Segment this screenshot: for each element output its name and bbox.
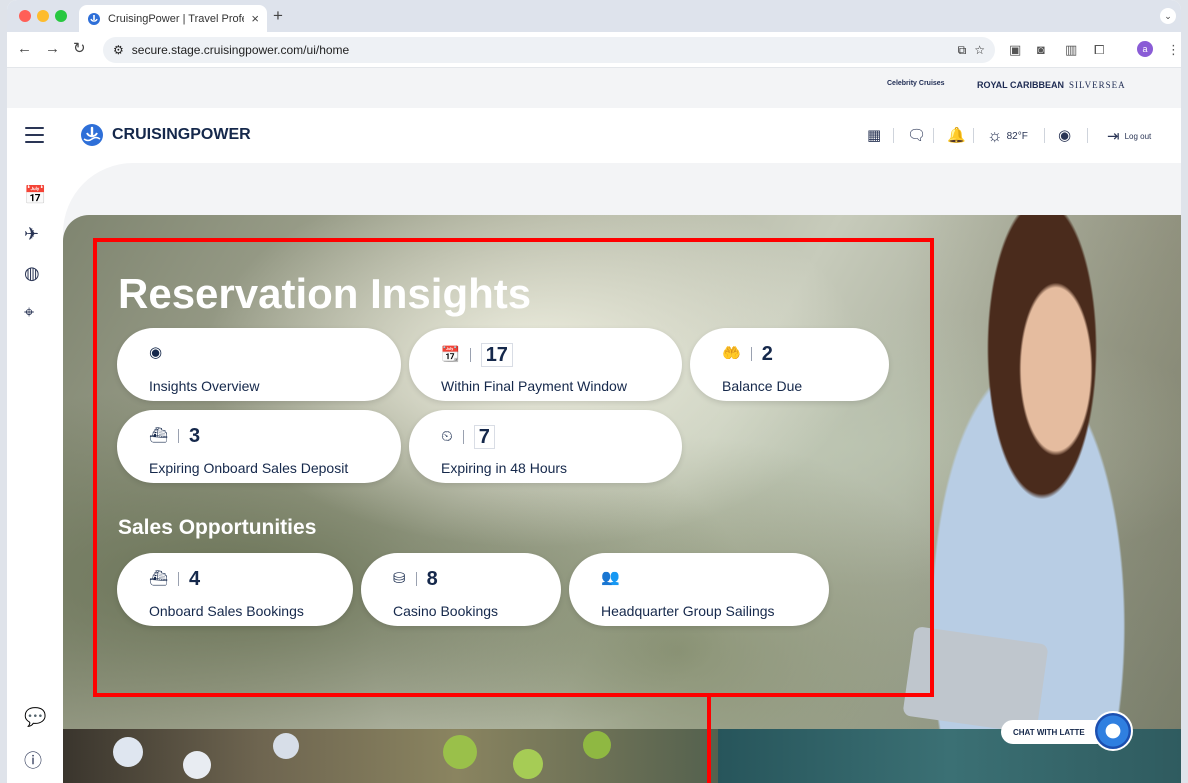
messages-icon[interactable]: 🗨 [907, 127, 926, 144]
account-icon[interactable]: ◉ [1058, 127, 1071, 144]
camera-extension-icon[interactable]: ◙ [1037, 42, 1045, 57]
calendar-add-icon[interactable]: 📅 [24, 185, 46, 205]
profile-avatar[interactable]: a [1137, 41, 1153, 57]
minimize-window-button[interactable] [37, 10, 49, 22]
cast-icon[interactable]: ⧉ [958, 43, 967, 58]
brand-bar: Celebrity Cruises ROYAL CARIBBEAN SILVER… [7, 68, 1181, 108]
feedback-chat-icon[interactable]: 💬 [24, 707, 46, 727]
tab-strip: CruisingPower | Travel Profes × + ⌄ [7, 0, 1181, 32]
weather-widget[interactable]: ☼ 82°F [987, 126, 1028, 146]
reader-extension-icon[interactable]: ▥ [1065, 42, 1077, 57]
logout-label: Log out [1124, 131, 1152, 141]
logout-button[interactable]: ⇥ Log out [1107, 127, 1151, 145]
forward-arrow-icon[interactable]: → [45, 41, 60, 57]
logout-icon: ⇥ [1107, 128, 1120, 145]
close-window-button[interactable] [19, 10, 31, 22]
cruise-globe-icon[interactable]: ◍ [24, 263, 40, 283]
latte-chat-icon[interactable] [1093, 711, 1133, 751]
cruisingpower-favicon-icon [88, 12, 100, 25]
hamburger-menu-icon[interactable] [25, 127, 44, 143]
sun-icon: ☼ [987, 126, 1003, 145]
highlight-annotation-box [93, 238, 934, 697]
extensions-puzzle-icon[interactable]: ⧠ [1094, 42, 1104, 57]
location-pin-icon[interactable]: ⌖ [24, 302, 34, 322]
brand-silversea[interactable]: SILVERSEA [1069, 80, 1126, 90]
maximize-window-button[interactable] [55, 10, 67, 22]
url-text: secure.stage.cruisingpower.com/ui/home [131, 43, 350, 57]
tab-title: CruisingPower | Travel Profes [108, 12, 245, 25]
plane-icon[interactable]: ✈ [24, 224, 39, 244]
brand-celebrity[interactable]: Celebrity Cruises [887, 80, 945, 87]
logo-text: CRUISINGPOWER [112, 126, 251, 143]
temperature: 82°F [1006, 130, 1028, 142]
bookmark-star-icon[interactable]: ☆ [974, 43, 985, 57]
close-tab-icon[interactable]: × [251, 11, 259, 26]
sidebar-bottom: 💬 ⓘ [7, 697, 63, 783]
help-icon[interactable]: ⓘ [24, 751, 42, 771]
site-settings-icon[interactable]: ⚙ [113, 43, 124, 57]
browser-toolbar: ← → ↻ ⚙ secure.stage.cruisingpower.com/u… [7, 32, 1181, 68]
browser-tab[interactable]: CruisingPower | Travel Profes × [79, 5, 267, 32]
tab-menu-chevron-icon[interactable]: ⌄ [1160, 8, 1176, 24]
site-header: CRUISINGPOWER ▦ 🗨 🔔 ☼ 82°F ◉ ⇥ Log out [7, 108, 1181, 163]
notifications-bell-icon[interactable]: 🔔 [947, 127, 966, 144]
highlight-annotation-line [707, 697, 711, 783]
back-arrow-icon[interactable]: ← [17, 41, 32, 57]
extension-f-icon[interactable]: ▣ [1009, 42, 1021, 57]
cruisingpower-logo[interactable]: CRUISINGPOWER [80, 123, 251, 147]
new-tab-icon[interactable]: + [273, 6, 283, 26]
promo-image-beach[interactable] [63, 729, 718, 783]
side-nav: 📅 ✈ ◍ ⌖ [7, 163, 63, 783]
brand-royal-caribbean[interactable]: ROYAL CARIBBEAN [977, 80, 1064, 90]
reload-icon[interactable]: ↻ [73, 41, 86, 57]
address-bar[interactable]: ⚙ secure.stage.cruisingpower.com/ui/home… [103, 37, 995, 63]
browser-menu-icon[interactable]: ⋮ [1167, 42, 1180, 57]
logo-power-icon [81, 124, 103, 146]
apps-grid-icon[interactable]: ▦ [867, 127, 881, 144]
